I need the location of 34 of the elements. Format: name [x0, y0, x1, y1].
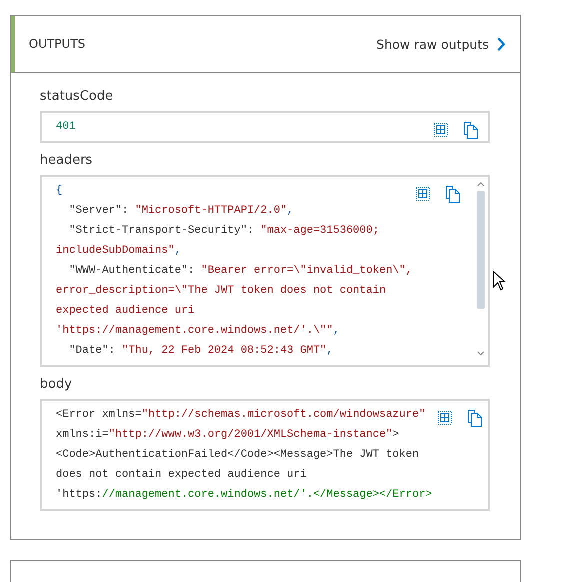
- code-line: expected audience uri: [56, 304, 195, 319]
- code-line: does not contain expected audience uri: [56, 468, 307, 483]
- code-line: error_description=\"The JWT token does not contain: [56, 284, 386, 299]
- code-line: <Error xmlns="http://schemas.microsoft.com/windowsazure": [56, 408, 426, 423]
- chevron-right-icon: [497, 36, 506, 52]
- section-title: OUTPUTS: [29, 37, 86, 51]
- copy-button[interactable]: [466, 409, 484, 427]
- copy-icon: [464, 122, 478, 138]
- table-view-icon: [434, 123, 448, 137]
- table-view-button[interactable]: [432, 121, 450, 139]
- table-view-button[interactable]: [436, 409, 454, 427]
- field-label: body: [40, 376, 74, 394]
- code-line: "WWW-Authenticate": "Bearer error=\"invalid_token\",: [68, 264, 412, 279]
- copy-button[interactable]: [444, 185, 462, 203]
- copy-icon: [446, 186, 460, 202]
- mouse-cursor-icon: [493, 271, 507, 291]
- code-line: {: [56, 184, 63, 199]
- copy-button[interactable]: [462, 121, 480, 139]
- code-line: 401: [56, 120, 76, 135]
- copy-icon: [468, 410, 482, 426]
- table-view-icon: [438, 411, 452, 425]
- code-line: includeSubDomains",: [56, 244, 182, 259]
- code-line: <Code>AuthenticationFailed</Code><Message>The JWT token: [56, 448, 420, 463]
- code-line: 'https://management.core.windows.net/'.</Message></Error>: [56, 488, 432, 503]
- table-view-icon: [416, 187, 430, 201]
- table-view-button[interactable]: [414, 185, 432, 203]
- code-line: "Date": "Thu, 22 Feb 2024 08:52:43 GMT",: [68, 344, 334, 359]
- code-line: "Server": "Microsoft-HTTPAPI/2.0",: [68, 204, 294, 219]
- code-line: "Strict-Transport-Security": "max-age=31536000;: [68, 224, 380, 239]
- show-raw-outputs-link[interactable]: Show raw outputs: [376, 36, 506, 52]
- code-line: 'https://management.core.windows.net/'.\"",: [56, 324, 340, 339]
- field-label: statusCode: [40, 88, 114, 106]
- code-line: xmlns:i="http://www.w3.org/2001/XMLSchema-instance">: [56, 428, 400, 443]
- field-label: headers: [40, 152, 94, 170]
